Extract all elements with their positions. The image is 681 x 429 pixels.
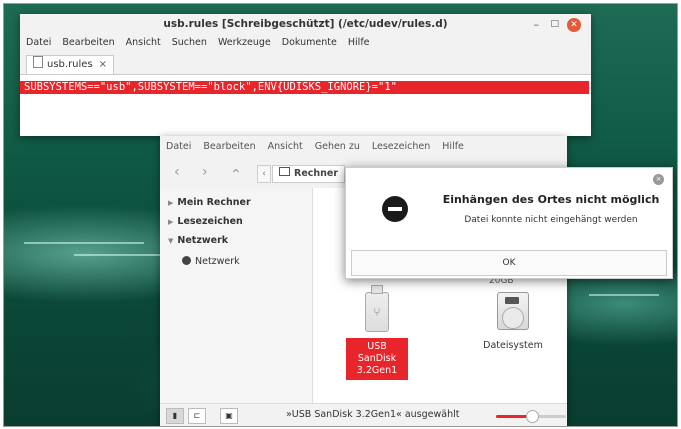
sidebar-label: Mein Rechner (177, 197, 251, 208)
error-dialog: × Einhängen des Ortes nicht möglich Date… (345, 167, 673, 279)
menu-werkzeuge[interactable]: Werkzeuge (218, 37, 271, 48)
sidebar-item-netzwerk[interactable]: Netzwerk (182, 254, 240, 270)
fm-menu-hilfe[interactable]: Hilfe (442, 141, 464, 152)
up-button[interactable]: ⌃ (230, 167, 242, 183)
back-button[interactable]: ‹ (174, 164, 180, 180)
dialog-message: Datei konnte nicht eingehängt werden (464, 215, 638, 225)
editor-text-line[interactable]: SUBSYSTEMS=="usb",SUBSYSTEM=="block",ENV… (20, 81, 589, 94)
sidebar-item-lesezeichen[interactable]: ▶ Lesezeichen (168, 214, 243, 230)
maximize-button[interactable]: □ (550, 19, 559, 29)
zoom-slider[interactable] (496, 410, 566, 423)
close-button[interactable]: ✕ (567, 18, 581, 32)
text-editor-window: usb.rules [Schreibgeschützt] (/etc/udev/… (20, 14, 591, 136)
location-left-button[interactable]: ‹ (257, 165, 271, 183)
editor-tabbar: usb.rules × (20, 52, 591, 75)
sidebar-item-mein-rechner[interactable]: ▶ Mein Rechner (168, 195, 251, 211)
zoom-slider-knob[interactable] (526, 410, 539, 423)
desktop-background: usb.rules [Schreibgeschützt] (/etc/udev/… (3, 3, 678, 427)
tab-usb-rules[interactable]: usb.rules × (26, 55, 115, 74)
fm-menu-datei[interactable]: Datei (166, 141, 191, 152)
light-streak (589, 294, 659, 296)
usb-drive-label: USB SanDisk 3.2Gen1 (346, 338, 408, 380)
usb-drive-item[interactable]: ⑂ USB SanDisk 3.2Gen1 (342, 285, 412, 380)
menu-bearbeiten[interactable]: Bearbeiten (62, 37, 114, 48)
fm-menu-bearbeiten[interactable]: Bearbeiten (203, 141, 255, 152)
light-streak (24, 242, 144, 244)
fm-sidebar: ▶ Mein Rechner ▶ Lesezeichen ▼ Netzwerk Net… (160, 188, 313, 403)
editor-menubar: Datei Bearbeiten Ansicht Suchen Werkzeug… (20, 36, 591, 52)
fm-statusbar: ▮ ⊏ ▣ »USB SanDisk 3.2Gen1« ausgewählt (160, 403, 567, 426)
fm-menubar: Datei Bearbeiten Ansicht Gehen zu Leseze… (160, 136, 567, 158)
editor-title: usb.rules [Schreibgeschützt] (/etc/udev/… (163, 18, 448, 30)
expand-icon: ▶ (168, 218, 174, 226)
menu-hilfe[interactable]: Hilfe (348, 37, 370, 48)
forward-button[interactable]: › (202, 164, 208, 180)
status-text: »USB SanDisk 3.2Gen1« ausgewählt (286, 409, 460, 420)
filesystem-item[interactable]: Dateisystem (473, 292, 553, 351)
menu-ansicht[interactable]: Ansicht (126, 37, 161, 48)
fm-menu-gehen-zu[interactable]: Gehen zu (315, 141, 360, 152)
ok-button[interactable]: OK (351, 250, 667, 276)
menu-suchen[interactable]: Suchen (172, 37, 207, 48)
dialog-close-icon[interactable]: × (653, 174, 664, 185)
tab-label: usb.rules (47, 59, 93, 70)
usb-drive-icon: ⑂ (365, 285, 389, 332)
document-icon (33, 56, 43, 68)
fm-menu-lesezeichen[interactable]: Lesezeichen (372, 141, 430, 152)
sidebar-item-netzwerk-header[interactable]: ▼ Netzwerk (168, 233, 228, 249)
hard-disk-icon (497, 292, 529, 330)
toggle-sidebar-button[interactable]: ▣ (220, 408, 238, 424)
sidebar-label: Lesezeichen (177, 216, 243, 227)
network-icon (182, 256, 191, 265)
minimize-button[interactable]: – (534, 18, 540, 31)
editor-titlebar[interactable]: usb.rules [Schreibgeschützt] (/etc/udev/… (20, 14, 591, 36)
stop-icon (382, 196, 408, 222)
location-label: Rechner (294, 168, 339, 179)
dialog-title: Einhängen des Ortes nicht möglich (442, 193, 660, 206)
expand-icon: ▶ (168, 199, 174, 207)
computer-icon (279, 167, 290, 176)
location-button-rechner[interactable]: Rechner (272, 165, 346, 183)
tab-close-icon[interactable]: × (99, 59, 107, 70)
places-view-button[interactable]: ▮ (166, 408, 184, 424)
menu-dokumente[interactable]: Dokumente (282, 37, 337, 48)
menu-datei[interactable]: Datei (26, 37, 51, 48)
fm-menu-ansicht[interactable]: Ansicht (268, 141, 303, 152)
light-streak (74, 254, 164, 256)
filesystem-label: Dateisystem (483, 340, 543, 351)
sidebar-label: Netzwerk (177, 235, 229, 246)
tree-view-button[interactable]: ⊏ (188, 408, 206, 424)
collapse-icon: ▼ (168, 237, 174, 245)
sidebar-label: Netzwerk (195, 256, 240, 267)
